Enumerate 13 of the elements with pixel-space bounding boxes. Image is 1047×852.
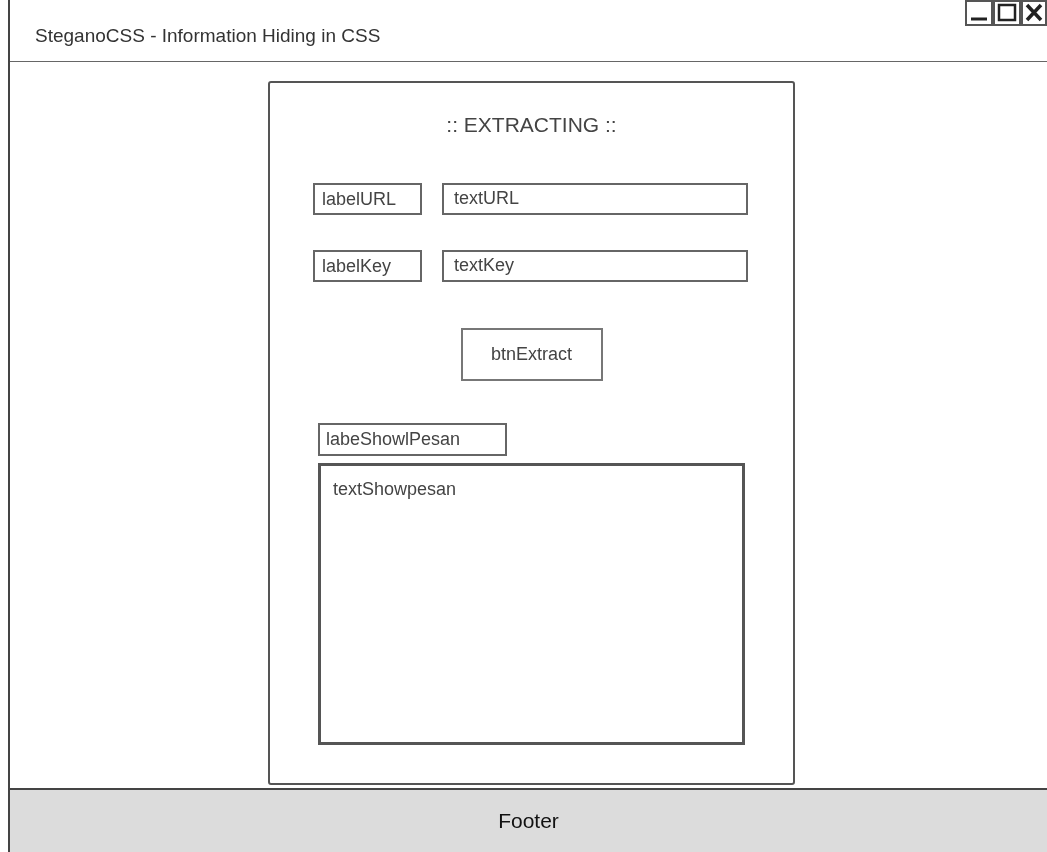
maximize-icon[interactable] (993, 0, 1021, 26)
output-label: labeShowlPesan (318, 422, 507, 456)
footer: Footer (8, 788, 1047, 852)
input-field[interactable]: textURL (442, 182, 748, 215)
panel-heading: :: EXTRACTING :: (446, 112, 617, 138)
field-label: labelKey (313, 249, 422, 282)
input-field[interactable]: textKey (442, 249, 748, 282)
close-icon[interactable] (1021, 0, 1047, 26)
output-text-area[interactable]: textShowpesan (318, 462, 745, 745)
field-label: labelURL (313, 182, 422, 215)
extract-button[interactable]: btnExtract (460, 327, 603, 381)
minimize-icon[interactable] (965, 0, 993, 26)
window-title: SteganoCSS - Information Hiding in CSS (35, 24, 381, 48)
